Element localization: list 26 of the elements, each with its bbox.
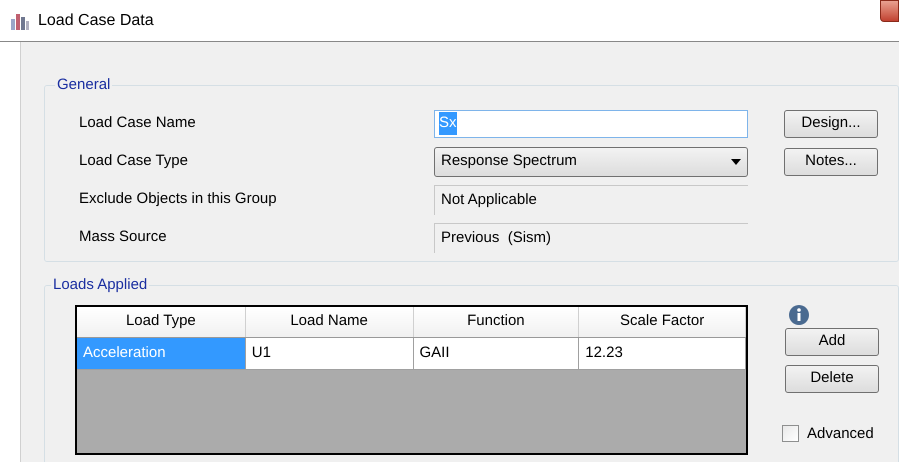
readonly-field: Previous (Sism) xyxy=(434,222,748,252)
info-icon[interactable] xyxy=(789,304,809,324)
field-label: Load Case Type xyxy=(79,151,188,172)
dialog-button[interactable]: Add xyxy=(785,328,879,356)
dialog-button[interactable]: Notes... xyxy=(784,148,878,176)
table-cell[interactable]: GAII xyxy=(414,338,580,370)
column-header[interactable]: Load Name xyxy=(246,306,414,336)
field-label: Mass Source xyxy=(79,227,167,248)
group-title: Loads Applied xyxy=(52,275,148,295)
column-header[interactable]: Load Type xyxy=(77,306,246,336)
window-title: Load Case Data xyxy=(38,10,154,30)
field-label: Load Case Name xyxy=(79,113,196,134)
column-header[interactable]: Function xyxy=(414,306,580,336)
dropdown[interactable]: Response Spectrum xyxy=(434,146,748,176)
readonly-field: Not Applicable xyxy=(434,184,748,214)
dialog-button[interactable]: Delete xyxy=(785,364,879,392)
column-header[interactable]: Scale Factor xyxy=(579,306,746,336)
caret-icon xyxy=(731,158,741,164)
dialog-button[interactable]: Design... xyxy=(784,110,878,138)
checkbox[interactable] xyxy=(782,425,799,442)
group-title: General xyxy=(56,75,112,95)
field-label: Exclude Objects in this Group xyxy=(79,189,277,210)
checkbox-label: Advanced xyxy=(807,424,874,444)
table-cell[interactable]: U1 xyxy=(246,338,414,370)
close-button[interactable] xyxy=(880,0,899,22)
table-cell[interactable]: 12.23 xyxy=(579,338,746,370)
